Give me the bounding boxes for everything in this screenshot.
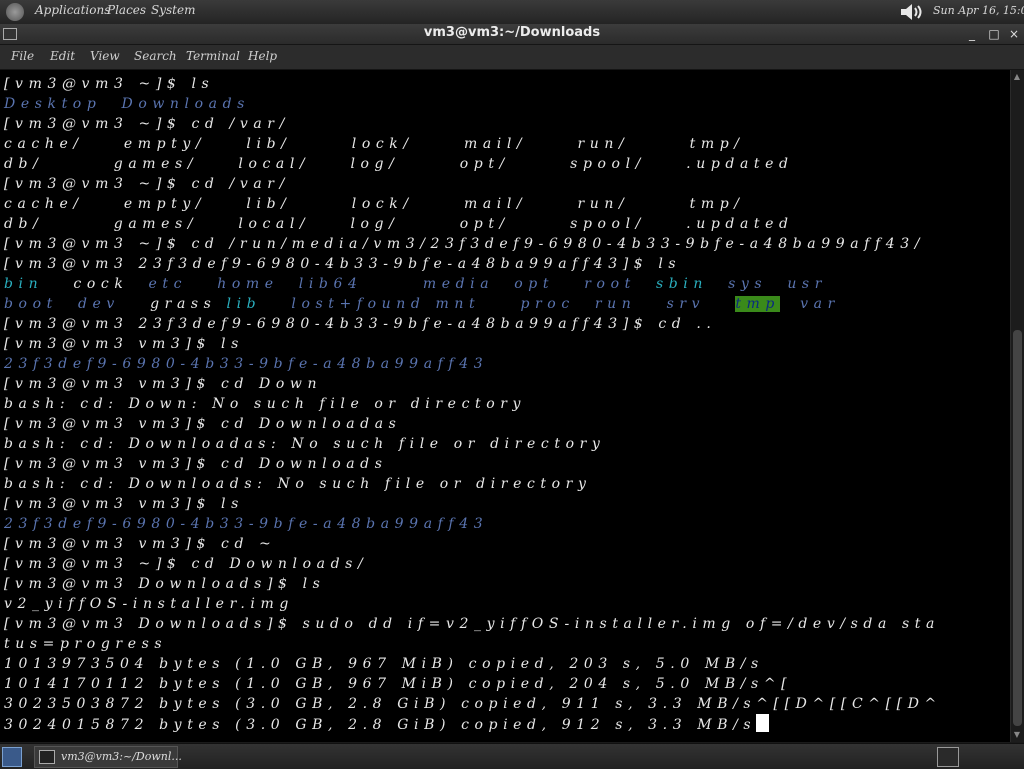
terminal-line: [vm3@vm3 23f3def9-6980-4b33-9bfe-a48ba99… — [4, 256, 682, 272]
ls-entry: opt — [514, 276, 555, 292]
ls-entry: lib64 — [298, 276, 363, 292]
terminal-line: boot dev grass lib lost+found mnt proc r… — [4, 294, 840, 314]
terminal-line: [vm3@vm3 vm3]$ cd Downloads — [4, 456, 388, 472]
terminal-line: bash: cd: Down: No such file or director… — [4, 396, 527, 412]
bottom-panel: vm3@vm3:~/Downl... — [0, 743, 1024, 769]
terminal-icon — [39, 750, 55, 764]
ls-entry: root — [584, 276, 636, 292]
ls-entry: lost+found — [291, 296, 426, 312]
terminal-line: bash: cd: Downloads: No such file or dir… — [4, 476, 592, 492]
terminal-line: [vm3@vm3 ~]$ ls — [4, 76, 215, 92]
ls-entry: cock — [73, 276, 129, 292]
taskbar-item-label: vm3@vm3:~/Downl... — [61, 750, 182, 763]
text-cursor — [756, 714, 770, 732]
clock[interactable]: Sun Apr 16, 15:06 — [933, 4, 1024, 17]
terminal-line: cache/ empty/ lib/ lock/ mail/ run/ tmp/ — [4, 196, 745, 212]
terminal-line: [vm3@vm3 vm3]$ ls — [4, 336, 244, 352]
terminal-line: tus=progress — [4, 636, 168, 652]
ls-entry: var — [800, 296, 840, 312]
system-menu[interactable]: System — [151, 3, 195, 17]
ls-entry: bin — [4, 276, 44, 292]
terminal-line: 3024015872 bytes (3.0 GB, 2.8 GiB) copie… — [4, 714, 770, 734]
scrollbar-thumb[interactable] — [1013, 330, 1022, 726]
ls-entry: grass — [150, 296, 217, 312]
menu-file[interactable]: File — [11, 49, 34, 63]
ls-entry: dev — [77, 296, 120, 312]
terminal-line: cache/ empty/ lib/ lock/ mail/ run/ tmp/ — [4, 136, 745, 152]
terminal-line: [vm3@vm3 Downloads]$ sudo dd if=v2_yiffO… — [4, 616, 940, 632]
menubar: File Edit View Search Terminal Help — [0, 45, 1024, 70]
show-desktop-icon[interactable] — [2, 747, 22, 767]
terminal-line: 23f3def9-6980-4b33-9bfe-a48ba99aff43 — [4, 516, 489, 532]
ls-entry: run — [594, 296, 637, 312]
ls-entry: proc — [520, 296, 575, 312]
ls-entry: mnt — [435, 296, 481, 312]
terminal-line: v2_yiffOS-installer.img — [4, 596, 294, 612]
terminal-line: [vm3@vm3 vm3]$ cd Downloadas — [4, 416, 402, 432]
terminal-line: [vm3@vm3 ~]$ cd /run/media/vm3/23f3def9-… — [4, 236, 926, 252]
ls-entry: home — [217, 276, 279, 292]
taskbar-item-terminal[interactable]: vm3@vm3:~/Downl... — [34, 746, 182, 768]
menu-search[interactable]: Search — [134, 49, 177, 63]
close-button[interactable]: × — [1006, 26, 1022, 42]
terminal-tray-icon[interactable] — [937, 747, 959, 767]
ls-entry: sbin — [655, 276, 708, 292]
menu-help[interactable]: Help — [248, 49, 277, 63]
terminal-line: [vm3@vm3 ~]$ cd Downloads/ — [4, 556, 369, 572]
terminal-line: [vm3@vm3 ~]$ cd /var/ — [4, 116, 290, 132]
places-menu[interactable]: Places — [107, 3, 146, 17]
ls-entry: media — [422, 276, 495, 292]
minimize-button[interactable]: _ — [964, 26, 980, 42]
ls-entry: tmp — [735, 296, 780, 312]
terminal-output[interactable]: [vm3@vm3 ~]$ ls Desktop Downloads [vm3@vm3… — [0, 70, 1010, 742]
terminal-line: [vm3@vm3 vm3]$ cd ~ — [4, 536, 277, 552]
terminal-line: db/ games/ local/ log/ opt/ spool/ .upda… — [4, 156, 794, 172]
top-panel: Applications Places System Sun Apr 16, 1… — [0, 0, 1024, 25]
window-titlebar[interactable]: vm3@vm3:~/Downloads _ □ × — [0, 24, 1024, 45]
menu-edit[interactable]: Edit — [50, 49, 75, 63]
terminal-line: db/ games/ local/ log/ opt/ spool/ .upda… — [4, 216, 794, 232]
terminal-line: 3023503872 bytes (3.0 GB, 2.8 GiB) copie… — [4, 696, 942, 712]
terminal-line: 1013973504 bytes (1.0 GB, 967 MiB) copie… — [4, 656, 764, 672]
ls-entry: srv — [666, 296, 706, 312]
menu-view[interactable]: View — [90, 49, 120, 63]
terminal-line: [vm3@vm3 23f3def9-6980-4b33-9bfe-a48ba99… — [4, 316, 717, 332]
terminal-line: 23f3def9-6980-4b33-9bfe-a48ba99aff43 — [4, 356, 489, 372]
scroll-down-arrow-icon[interactable]: ▼ — [1012, 730, 1022, 740]
applications-menu[interactable]: Applications — [35, 3, 110, 17]
distro-logo-icon[interactable] — [6, 3, 24, 21]
scroll-up-arrow-icon[interactable]: ▲ — [1012, 72, 1022, 82]
ls-entry: etc — [148, 276, 188, 292]
terminal-line: [vm3@vm3 vm3]$ cd Down — [4, 376, 323, 392]
terminal-line: [vm3@vm3 vm3]$ ls — [4, 496, 244, 512]
terminal-line: bin cock etc home lib64 media opt root s… — [4, 274, 827, 294]
terminal-line: bash: cd: Downloadas: No such file or di… — [4, 436, 606, 452]
ls-entry: lib — [226, 296, 262, 312]
speaker-volume-icon[interactable] — [900, 3, 926, 21]
terminal-line: 1014170112 bytes (1.0 GB, 967 MiB) copie… — [4, 676, 793, 692]
terminal-line: [vm3@vm3 ~]$ cd /var/ — [4, 176, 290, 192]
ls-entry: sys — [728, 276, 768, 292]
terminal-line: [vm3@vm3 Downloads]$ ls — [4, 576, 326, 592]
maximize-button[interactable]: □ — [986, 26, 1002, 42]
ls-entry: boot — [4, 296, 58, 312]
terminal-line: Desktop Downloads — [4, 96, 250, 112]
menu-terminal[interactable]: Terminal — [186, 49, 240, 63]
ls-entry: usr — [787, 276, 828, 292]
window-title: vm3@vm3:~/Downloads — [423, 25, 601, 40]
